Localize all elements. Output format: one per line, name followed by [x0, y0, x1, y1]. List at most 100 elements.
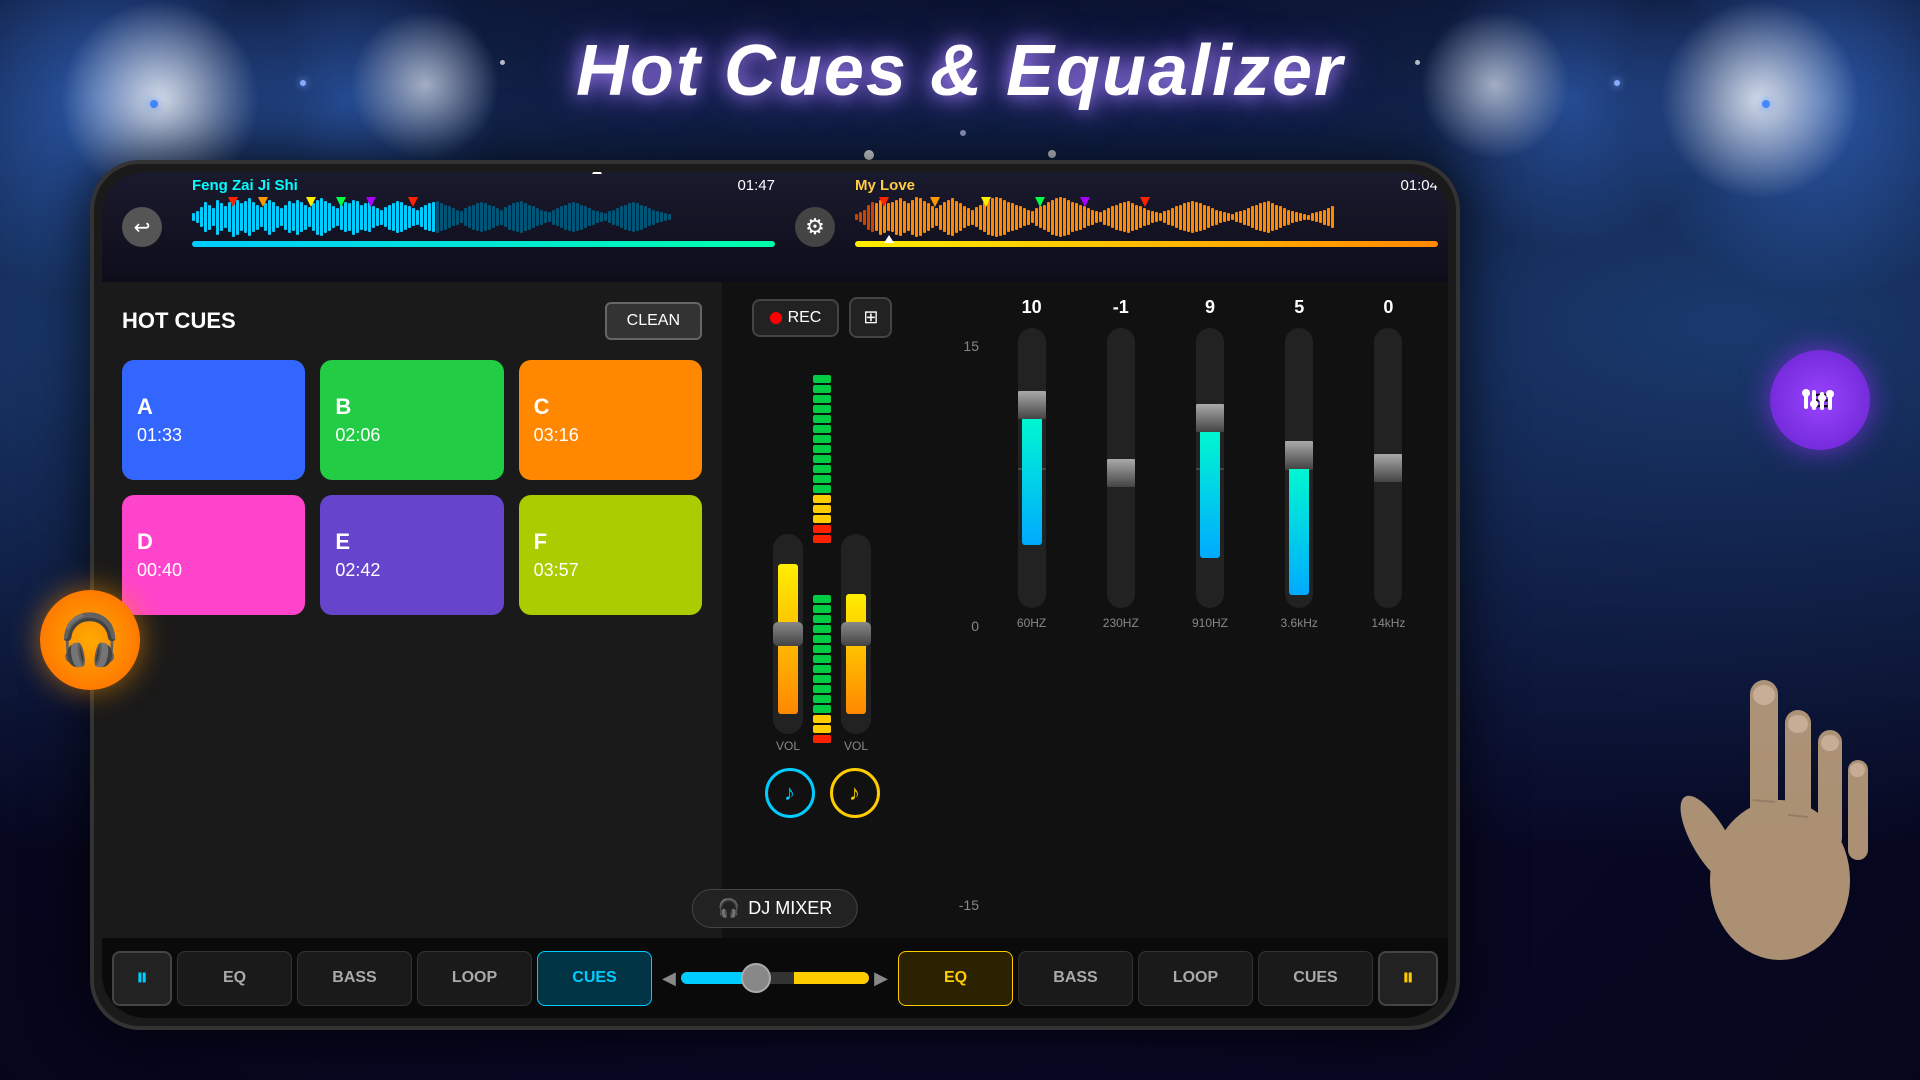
- eq-scale-label: 15: [937, 338, 979, 354]
- gear-button[interactable]: ⚙: [785, 172, 845, 282]
- cue-pad-c[interactable]: C03:16: [519, 360, 702, 480]
- left-vol-label: VOL: [776, 739, 800, 753]
- hot-cues-panel: HOT CUES CLEAN A01:33B02:06C03:16 D00:40E…: [102, 282, 722, 938]
- cue-pad-letter: A: [137, 394, 153, 420]
- right-fader-track[interactable]: [841, 534, 871, 734]
- waveform-right-visual: [855, 197, 1438, 237]
- dj-mixer-text: DJ MIXER: [748, 898, 832, 919]
- vu-bar-2: [813, 635, 831, 643]
- cue-pad-a[interactable]: A01:33: [122, 360, 305, 480]
- eq-fader-track-230HZ[interactable]: [1107, 328, 1135, 608]
- eq-slider-col-60HZ: 60HZ: [987, 328, 1076, 923]
- right-fader-knob[interactable]: [841, 622, 871, 646]
- grid-button[interactable]: ⊞: [849, 297, 892, 338]
- cue-pad-time: 03:57: [534, 560, 579, 581]
- eq-fader-track-60HZ[interactable]: [1018, 328, 1046, 608]
- eq-slider-col-14kHz: 14kHz: [1344, 328, 1433, 923]
- eq-fader-track-910HZ[interactable]: [1196, 328, 1224, 608]
- vu-bar-2: [813, 725, 831, 733]
- vu-bar-2: [813, 595, 831, 603]
- eq-value-60HZ: 10: [987, 297, 1076, 318]
- eq-fader-knob-14kHz[interactable]: [1374, 454, 1402, 482]
- pause-left-button[interactable]: ⏸: [112, 951, 172, 1006]
- left-fader-knob[interactable]: [773, 622, 803, 646]
- rec-label: REC: [788, 309, 822, 327]
- dj-mixer-headphone-icon: 🎧: [718, 898, 740, 919]
- eq-scale-label: 0: [937, 618, 979, 634]
- eq-settings-button[interactable]: ≡: [1770, 350, 1870, 450]
- vu-bar-2: [813, 625, 831, 633]
- eq-fader-knob-60HZ[interactable]: [1018, 391, 1046, 419]
- vu-bar: [813, 395, 831, 403]
- pause-right-button[interactable]: ⏸: [1378, 951, 1438, 1006]
- vu-bar: [813, 405, 831, 413]
- main-content: HOT CUES CLEAN A01:33B02:06C03:16 D00:40E…: [102, 282, 1448, 938]
- nav-tab-loop-left[interactable]: LOOP: [417, 951, 532, 1006]
- eq-scale-label: -15: [937, 897, 979, 913]
- hot-cues-title: HOT CUES: [122, 308, 236, 334]
- eq-fader-knob-230HZ[interactable]: [1107, 459, 1135, 487]
- pause-left-icon: ⏸: [136, 964, 148, 992]
- right-vol-label: VOL: [844, 739, 868, 753]
- crossfader-fill-right: [794, 972, 869, 984]
- eq-freq-label-230HZ: 230HZ: [1103, 616, 1139, 630]
- crossfader-knob[interactable]: [741, 963, 771, 993]
- track-right-time: 01:04: [1400, 177, 1438, 194]
- vu-bar-2: [813, 685, 831, 693]
- eq-freq-label-3.6kHz: 3.6kHz: [1281, 616, 1318, 630]
- vu-bar-2: [813, 665, 831, 673]
- vu-bar-2: [813, 605, 831, 613]
- eq-panel: 10-1950 15 0 -15 60HZ 230HZ 910HZ: [922, 282, 1448, 938]
- eq-fader-track-3.6kHz[interactable]: [1285, 328, 1313, 608]
- track-left-time: 01:47: [737, 177, 775, 194]
- back-button[interactable]: ↩: [102, 172, 182, 282]
- cue-pad-d[interactable]: D00:40: [122, 495, 305, 615]
- cue-pad-f[interactable]: F 03:57: [519, 495, 702, 615]
- nav-tab-cues-right[interactable]: CUES: [1258, 951, 1373, 1006]
- vu-bar: [813, 385, 831, 393]
- eq-fader-track-14kHz[interactable]: [1374, 328, 1402, 608]
- add-track-right-button[interactable]: ♪: [830, 768, 880, 818]
- track-left-progress: [192, 241, 775, 247]
- cue-pad-time: 02:06: [335, 425, 380, 446]
- eq-slider-col-910HZ: 910HZ: [1165, 328, 1254, 923]
- nav-tab-bass-left[interactable]: BASS: [297, 951, 412, 1006]
- gear-icon: ⚙: [795, 207, 835, 247]
- vu-bar: [813, 515, 831, 523]
- vu-bars: [813, 353, 831, 553]
- nav-tab-loop-right[interactable]: LOOP: [1138, 951, 1253, 1006]
- track-left: Feng Zai Ji Shi 01:47: [182, 172, 785, 282]
- crossfader-right-arrow[interactable]: ▶: [874, 968, 888, 989]
- crossfader-track[interactable]: [681, 972, 869, 984]
- eq-fader-knob-3.6kHz[interactable]: [1285, 441, 1313, 469]
- cue-pad-b[interactable]: B02:06: [320, 360, 503, 480]
- vu-bar: [813, 415, 831, 423]
- nav-tab-cues-left[interactable]: CUES: [537, 951, 652, 1006]
- clean-button[interactable]: CLEAN: [605, 302, 702, 340]
- vu-fader-section: VOL VOL: [773, 353, 871, 753]
- back-arrow-icon: ↩: [122, 207, 162, 247]
- phone-frame: ↩ Feng Zai Ji Shi 01:47 ⚙: [90, 160, 1460, 1030]
- add-track-left-button[interactable]: ♪: [765, 768, 815, 818]
- eq-values-row: 10-1950: [937, 297, 1433, 318]
- crossfader-left-arrow[interactable]: ◀: [662, 968, 676, 989]
- rec-button[interactable]: REC: [752, 299, 840, 337]
- nav-tab-eq-left[interactable]: EQ: [177, 951, 292, 1006]
- cue-pad-letter: F: [534, 529, 547, 555]
- cue-pad-e[interactable]: E02:42: [320, 495, 503, 615]
- eq-sliders-area: 150-15 60HZ 230HZ 910HZ 3.6k: [937, 328, 1433, 923]
- eq-fader-knob-910HZ[interactable]: [1196, 404, 1224, 432]
- track-right-progress: [855, 241, 1438, 247]
- headphone-button[interactable]: 🎧: [40, 590, 140, 690]
- hot-cues-header: HOT CUES CLEAN: [122, 302, 702, 340]
- eq-value-910HZ: 9: [1165, 297, 1254, 318]
- track-left-name: Feng Zai Ji Shi: [192, 177, 298, 194]
- nav-tab-bass-right[interactable]: BASS: [1018, 951, 1133, 1006]
- left-volume-fader: VOL: [773, 534, 803, 753]
- eq-freq-label-60HZ: 60HZ: [1017, 616, 1046, 630]
- center-mixer-panel: REC ⊞ VOL: [722, 282, 922, 938]
- nav-tab-eq-right[interactable]: EQ: [898, 951, 1013, 1006]
- eq-slider-col-230HZ: 230HZ: [1076, 328, 1165, 923]
- vu-meter-display: [813, 353, 831, 753]
- left-fader-track[interactable]: [773, 534, 803, 734]
